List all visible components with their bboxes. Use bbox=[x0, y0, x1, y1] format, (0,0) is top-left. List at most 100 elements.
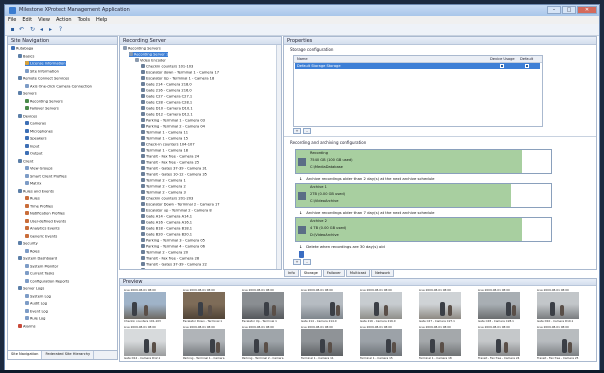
recording-tree-item[interactable]: Gate C27 - Camera C27.1 bbox=[141, 94, 192, 99]
nav-item[interactable]: Generic Events bbox=[25, 233, 57, 239]
recording-tree-item[interactable]: Terminal 2 - Camera 20 bbox=[141, 250, 188, 255]
recording-tree-item[interactable]: Checkin counters 101-103 bbox=[141, 64, 193, 69]
nav-item[interactable]: Alarms bbox=[18, 323, 35, 329]
recording-tree-scrollbar[interactable] bbox=[276, 45, 281, 269]
device-usage-checkbox[interactable] bbox=[500, 64, 504, 68]
add-archive-button[interactable]: + bbox=[293, 259, 301, 265]
nav-item[interactable]: Configuration Reports bbox=[25, 278, 69, 284]
nav-item[interactable]: Security bbox=[18, 241, 38, 246]
nav-item[interactable]: Cameras bbox=[25, 121, 46, 126]
close-button[interactable]: ✕ bbox=[577, 6, 597, 14]
nav-item[interactable]: Output bbox=[25, 151, 42, 156]
camera-preview[interactable]: Live 2009-08-01 08:00 Terminal 1 - Camera… bbox=[419, 325, 461, 360]
recording-tree-item[interactable]: Terminal 2 - Camera 3 bbox=[141, 190, 186, 195]
recording-tree-item[interactable]: Transit - Fax free - Camera 28 bbox=[141, 256, 199, 261]
menu-file[interactable]: File bbox=[5, 16, 19, 24]
nav-item[interactable]: System Log bbox=[25, 293, 51, 299]
nav-item[interactable]: Servers bbox=[18, 91, 37, 96]
recording-tree-item[interactable]: Gate C28 - Camera C28.1 bbox=[141, 100, 192, 105]
camera-preview[interactable]: Live 2009-08-01 08:00 Parking - Terminal … bbox=[183, 325, 225, 360]
tab-storage[interactable]: Storage bbox=[299, 270, 322, 277]
recording-tree-item[interactable]: Terminal 1 - Camera 18 bbox=[141, 148, 188, 153]
nav-item[interactable]: Smart Client Profiles bbox=[25, 173, 67, 179]
nav-item[interactable]: Devices bbox=[18, 113, 37, 119]
recording-tree-item[interactable]: Terminal 1 - Camera 11 bbox=[141, 130, 188, 135]
nav-item[interactable]: License Information bbox=[25, 61, 66, 66]
recording-tree-item[interactable]: Transit - Fax free - Camera 24 bbox=[141, 154, 199, 159]
recording-tree-item[interactable]: Gate 214 - Camera 218.0 bbox=[141, 82, 192, 87]
recording-tree-item[interactable]: Terminal 1 - Camera 15 bbox=[141, 136, 188, 141]
recording-tree-item[interactable]: Transit - Gates 10-12 - Camera 27 bbox=[141, 268, 207, 269]
recording-tree-item[interactable]: Parking - Terminal 3 - Camera 05 bbox=[141, 238, 205, 243]
menu-help[interactable]: Help bbox=[93, 16, 110, 24]
default-checkbox[interactable] bbox=[525, 64, 529, 68]
camera-preview[interactable]: Live 2009-08-01 08:00 Transit - Fax free … bbox=[537, 325, 579, 360]
recording-tree-item[interactable]: Gate D10 - Camera D10.1 bbox=[141, 106, 193, 111]
add-storage-button[interactable]: + bbox=[293, 128, 301, 134]
nav-item[interactable]: Rutabaga bbox=[11, 46, 33, 51]
camera-preview[interactable]: Live 2009-08-01 08:00 Gate C28 - Camera C… bbox=[478, 288, 520, 323]
maximize-button[interactable]: □ bbox=[562, 6, 576, 14]
remove-storage-button[interactable]: – bbox=[303, 128, 311, 134]
camera-preview[interactable]: Live 2009-08-01 08:00 Transit - Fax free … bbox=[478, 325, 520, 360]
recording-tree-item[interactable]: Parking - Terminal 1 - Camera 03 bbox=[141, 118, 205, 123]
camera-preview[interactable]: Live 2009-08-01 08:00 Escalator Up - Term… bbox=[242, 288, 284, 323]
storage-row[interactable]: Default Storage Storage bbox=[295, 63, 540, 69]
forward-icon[interactable]: ▸ bbox=[47, 26, 54, 33]
nav-item[interactable]: System Dashboard bbox=[18, 256, 57, 261]
nav-item[interactable]: Input bbox=[25, 143, 39, 149]
recording-tree-item[interactable]: Transit - Fax free - Camera 25 bbox=[141, 160, 199, 165]
nav-item[interactable]: Site Information bbox=[25, 68, 59, 74]
minimize-button[interactable]: – bbox=[547, 6, 561, 14]
archive-2-block[interactable]: Archive 2 4 TB (0.00 GB used) D:\VideoAr… bbox=[295, 217, 552, 242]
nav-item[interactable]: Audit Log bbox=[25, 301, 47, 306]
recording-tree-item[interactable]: Transit - Gates 10-12 - Camera 35 bbox=[141, 172, 207, 177]
camera-preview[interactable]: Live 2009-08-01 08:00 Parking - Terminal … bbox=[242, 325, 284, 360]
recording-tree-item[interactable]: Gate A14 - Camera A14.1 bbox=[141, 214, 192, 219]
recording-tree-item[interactable]: Gate A16 - Camera A16.1 bbox=[141, 220, 192, 225]
recording-tree-item[interactable]: Recording Server 1 bbox=[129, 52, 169, 57]
nav-item[interactable]: Rules and Events bbox=[18, 188, 54, 194]
recording-tree-item[interactable]: Recording Servers bbox=[123, 46, 161, 51]
nav-item[interactable]: System Monitor bbox=[25, 263, 58, 269]
delete-rule[interactable]: ↓ Delete when recordings are 30 day(s) ol… bbox=[299, 244, 385, 250]
camera-preview[interactable]: Live 2009-08-01 08:00 Gate 214 - Camera 2… bbox=[301, 288, 343, 323]
tab-network[interactable]: Network bbox=[371, 270, 395, 277]
camera-preview[interactable]: Live 2009-08-01 08:00 Escalator Down - Te… bbox=[183, 288, 225, 323]
camera-preview[interactable]: Live 2009-08-01 08:00 Gate 216 - Camera 2… bbox=[360, 288, 402, 323]
nav-item[interactable]: Speakers bbox=[25, 136, 47, 141]
nav-item[interactable]: Event Log bbox=[25, 308, 48, 314]
recording-tree-item[interactable]: Parking - Terminal 2 - Camera 04 bbox=[141, 124, 205, 129]
help-icon[interactable]: ? bbox=[57, 26, 64, 33]
recording-tree-item[interactable]: Escalator Down - Terminal 2 - Camera 17 bbox=[141, 202, 220, 207]
camera-preview[interactable]: Live 2009-08-01 08:00 Gate D12 - Camera D… bbox=[124, 325, 166, 360]
recording-tree-item[interactable]: Gate D12 - Camera D12.1 bbox=[141, 112, 193, 117]
archive-rule-1[interactable]: ↓ Archive recordings older than 2 day(s) … bbox=[299, 176, 435, 182]
camera-preview[interactable]: Live 2009-08-01 08:00 Checkin counters 10… bbox=[124, 288, 166, 323]
nav-item[interactable]: Axis One-click Camera Connection bbox=[25, 83, 92, 89]
archive-rule-2[interactable]: ↓ Archive recordings older than 7 day(s) … bbox=[299, 210, 435, 216]
nav-item[interactable]: Remote Connect Services bbox=[18, 76, 69, 81]
tab-site-navigation[interactable]: Site Navigation bbox=[8, 351, 43, 359]
back-icon[interactable]: ◂ bbox=[38, 26, 45, 33]
nav-item[interactable]: Notification Profiles bbox=[25, 211, 65, 216]
recording-tree-item[interactable]: Escalator up - Terminal 2 - Camera 8 bbox=[141, 208, 212, 213]
recording-tree-item[interactable]: Gate 216 - Camera 216.0 bbox=[141, 88, 192, 93]
nav-item[interactable]: Rule Log bbox=[25, 316, 45, 321]
remove-archive-button[interactable]: – bbox=[303, 259, 311, 265]
recording-tree-item[interactable]: Terminal 2 - Camera 2 bbox=[141, 184, 186, 189]
nav-item[interactable]: Roles bbox=[25, 248, 40, 254]
tab-multicast[interactable]: Multicast bbox=[345, 270, 371, 277]
recording-tree-item[interactable]: Transit - Gates 37-39 - Camera 22 bbox=[141, 262, 207, 267]
camera-preview[interactable]: Live 2009-08-01 08:00 Gate C27 - Camera C… bbox=[419, 288, 461, 323]
recording-tree-item[interactable]: Escalator Up - Terminal 1 - Camera 18 bbox=[141, 76, 214, 81]
tab-failover[interactable]: Failover bbox=[322, 270, 345, 277]
nav-item[interactable]: User-defined Events bbox=[25, 218, 66, 224]
nav-item[interactable]: Rules bbox=[25, 196, 40, 201]
recording-tree-item[interactable]: Video Encoder bbox=[135, 58, 166, 63]
menu-tools[interactable]: Tools bbox=[75, 16, 93, 24]
tab-info[interactable]: Info bbox=[284, 270, 299, 277]
menu-action[interactable]: Action bbox=[53, 16, 75, 24]
menu-view[interactable]: View bbox=[35, 16, 53, 24]
camera-preview[interactable]: Live 2009-08-01 08:00 Terminal 1 - Camera… bbox=[301, 325, 343, 360]
